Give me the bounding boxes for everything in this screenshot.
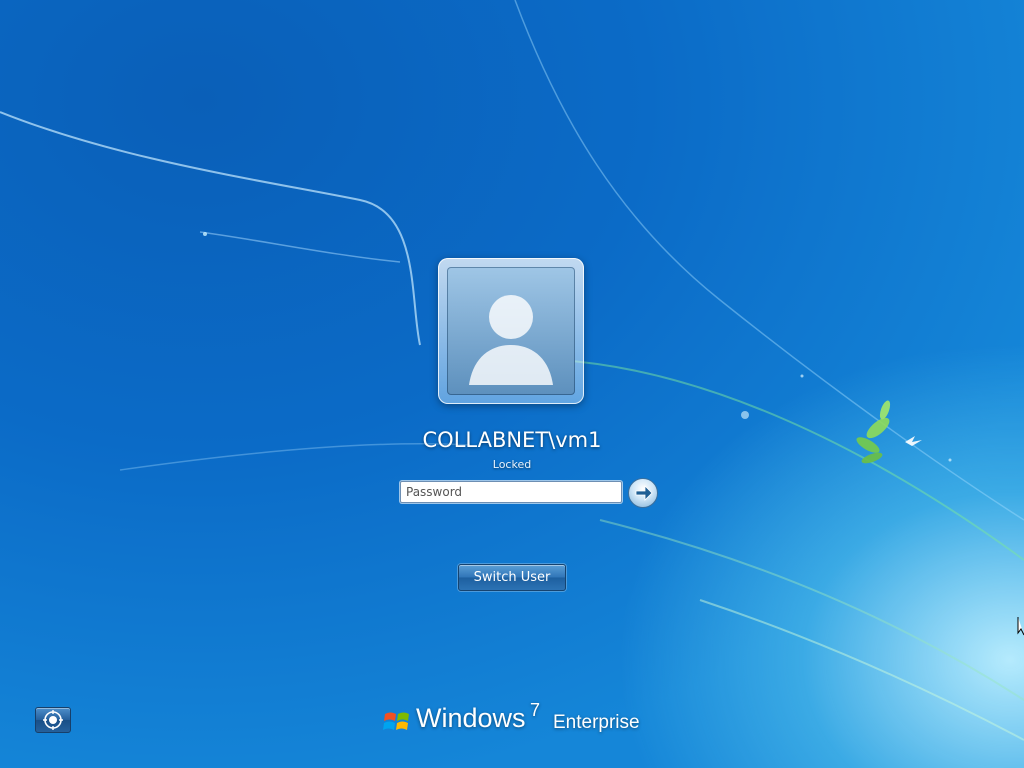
lock-status: Locked: [492, 458, 532, 471]
windows-flag-icon: [383, 712, 409, 730]
windows-branding: Windows 7 Enterprise: [383, 700, 653, 743]
mouse-cursor-icon: [1017, 617, 1024, 636]
user-tile: [438, 258, 584, 404]
arrow-right-icon: [635, 485, 653, 501]
username: COLLABNET\vm1: [422, 428, 602, 452]
submit-button[interactable]: [628, 478, 658, 508]
password-input[interactable]: [400, 481, 622, 503]
brand-version: 7: [530, 700, 541, 720]
switch-user-button[interactable]: Switch User: [458, 564, 566, 591]
brand-edition: Enterprise: [553, 712, 640, 733]
user-placeholder-icon: [447, 267, 575, 395]
ease-of-access-icon: [43, 710, 63, 730]
ease-of-access-button[interactable]: [35, 707, 71, 733]
brand-windows: Windows: [416, 703, 526, 733]
